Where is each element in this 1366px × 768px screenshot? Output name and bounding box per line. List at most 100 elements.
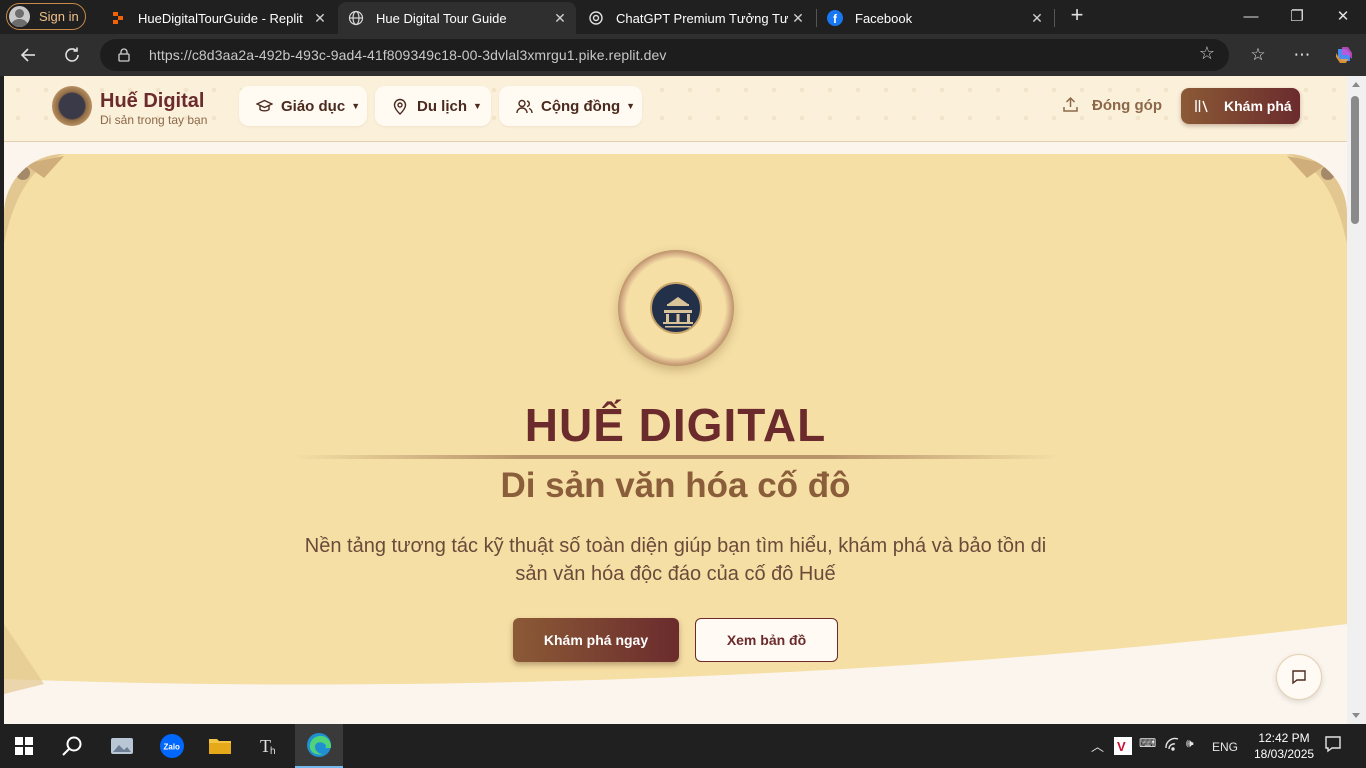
ornament-dot [16, 166, 30, 180]
clock[interactable]: 12:42 PM 18/03/2025 [1254, 730, 1314, 762]
explore-label: Khám phá [1224, 98, 1292, 114]
close-icon[interactable]: ✕ [788, 10, 808, 27]
scroll-down-icon[interactable] [1352, 713, 1360, 718]
tab-title: HueDigitalTourGuide - Replit [138, 10, 303, 26]
tab-title: ChatGPT Premium Tưởng Tượng [616, 10, 788, 26]
back-button[interactable] [14, 42, 42, 68]
avatar-icon [9, 6, 30, 27]
clock-date: 18/03/2025 [1254, 747, 1315, 761]
address-bar[interactable]: https://c8d3aa2a-492b-493c-9ad4-41f80934… [100, 39, 1229, 71]
restore-button[interactable]: ❐ [1274, 0, 1320, 34]
svg-text:h: h [270, 746, 276, 756]
chatgpt-icon [588, 10, 604, 26]
new-tab-button[interactable]: + [1066, 4, 1088, 28]
text-editor-icon: Th [260, 736, 276, 756]
taskbar-app-edge[interactable] [295, 724, 343, 768]
chevron-down-icon: ▼ [473, 101, 482, 111]
search-button[interactable] [48, 724, 96, 768]
tab-title: Hue Digital Tour Guide [376, 10, 507, 26]
wifi-icon[interactable] [1164, 736, 1180, 755]
contribute-label: Đóng góp [1092, 96, 1162, 114]
users-icon [515, 97, 533, 115]
hue-emblem [618, 250, 734, 366]
zalo-icon: Zalo [160, 734, 184, 758]
title-divider [294, 455, 1058, 459]
library-icon [1194, 98, 1210, 114]
tab-title: Facebook [855, 10, 913, 26]
svg-text:Zalo: Zalo [164, 743, 181, 752]
brand-subtitle: Di sản trong tay bạn [100, 113, 208, 127]
contribute-link[interactable]: Đóng góp [1062, 96, 1162, 114]
nav-tourism[interactable]: Du lịch ▼ [375, 86, 491, 126]
refresh-button[interactable] [58, 42, 86, 68]
close-icon[interactable]: ✕ [1027, 10, 1047, 27]
nav-label: Cộng đồng [541, 97, 621, 115]
citadel-gate-icon [650, 282, 702, 334]
url-text: https://c8d3aa2a-492b-493c-9ad4-41f80934… [149, 47, 667, 63]
search-icon [62, 736, 82, 756]
close-icon[interactable]: ✕ [550, 10, 570, 27]
copilot-icon[interactable] [1330, 42, 1358, 68]
clock-time: 12:42 PM [1258, 731, 1310, 745]
taskbar-app-text[interactable]: Th [246, 724, 294, 768]
windows-logo-icon [15, 737, 33, 755]
nav-label: Giáo dục [281, 97, 346, 115]
nav-label: Du lịch [417, 97, 468, 115]
profile-signin-button[interactable]: Sign in [6, 3, 86, 30]
facebook-icon: f [827, 10, 843, 26]
graduation-cap-icon [255, 97, 273, 115]
scroll-thumb[interactable] [1351, 96, 1359, 224]
ornament-dot [1321, 166, 1335, 180]
taskbar-app-zalo[interactable]: Zalo [148, 724, 196, 768]
tab-chatgpt[interactable]: ChatGPT Premium Tưởng Tượng ✕ [578, 2, 814, 34]
message-icon [1292, 670, 1306, 685]
volume-icon[interactable]: 🕪 [1186, 736, 1194, 751]
nav-education[interactable]: Giáo dục ▼ [239, 86, 367, 126]
notifications-icon[interactable] [1324, 735, 1342, 756]
windows-taskbar: Zalo Th ︿ V ⌨ 🕪 ENG 12:42 PM 18/03/2025 [0, 724, 1366, 768]
favorites-icon[interactable]: ☆ [1244, 42, 1272, 68]
close-icon[interactable]: ✕ [310, 10, 330, 27]
hero-section: HUẾ DIGITAL Di sản văn hóa cố đô Nền tản… [4, 154, 1347, 724]
folder-icon [209, 739, 231, 754]
site-header: Huế Digital Di sản trong tay bạn Giáo dụ… [4, 76, 1347, 142]
taskbar-app-explorer[interactable] [196, 724, 244, 768]
scroll-up-icon[interactable] [1352, 82, 1360, 87]
taskbar-app-photos[interactable] [98, 724, 146, 768]
brand-logo[interactable] [52, 86, 92, 126]
more-menu-icon[interactable]: ⋯ [1288, 42, 1316, 68]
map-pin-icon [391, 97, 409, 115]
page-viewport: Huế Digital Di sản trong tay bạn Giáo dụ… [4, 76, 1347, 724]
photos-icon [111, 738, 133, 754]
hero-wave [4, 624, 1347, 724]
hero-description: Nền tảng tương tác kỹ thuật số toàn diện… [304, 535, 1047, 585]
ornament-right [1287, 154, 1347, 244]
ornament-left [4, 154, 64, 244]
brand-title[interactable]: Huế Digital [100, 90, 204, 113]
start-button[interactable] [0, 724, 48, 768]
browser-toolbar: https://c8d3aa2a-492b-493c-9ad4-41f80934… [0, 34, 1366, 76]
tab-replit[interactable]: HueDigitalTourGuide - Replit ✕ [100, 2, 336, 34]
browser-tab-bar: Sign in HueDigitalTourGuide - Replit ✕ H… [0, 0, 1366, 34]
replit-icon [110, 10, 126, 26]
signin-label: Sign in [39, 9, 79, 24]
edge-icon [307, 733, 332, 757]
tray-overflow-icon[interactable]: ︿ [1091, 736, 1104, 755]
explore-button[interactable]: Khám phá [1181, 88, 1300, 124]
chat-button[interactable] [1276, 654, 1322, 700]
close-window-button[interactable]: ✕ [1320, 0, 1366, 34]
vietkey-icon[interactable]: V [1114, 737, 1132, 758]
lock-icon [118, 48, 130, 62]
tab-hue-digital[interactable]: Hue Digital Tour Guide ✕ [338, 2, 576, 34]
favorite-star-icon[interactable]: ☆ [1199, 43, 1215, 64]
minimize-button[interactable]: — [1228, 0, 1274, 34]
chevron-down-icon: ▼ [351, 101, 361, 111]
page-scrollbar[interactable] [1347, 76, 1366, 724]
hero-subtitle: Di sản văn hóa cố đô [500, 466, 851, 505]
chevron-down-icon: ▼ [626, 101, 636, 111]
nav-community[interactable]: Cộng đồng ▼ [499, 86, 642, 126]
ime-icon[interactable]: ⌨ [1139, 736, 1156, 750]
language-indicator[interactable]: ENG [1212, 740, 1238, 754]
tab-facebook[interactable]: f Facebook ✕ [817, 2, 1053, 34]
upload-icon [1062, 96, 1080, 114]
